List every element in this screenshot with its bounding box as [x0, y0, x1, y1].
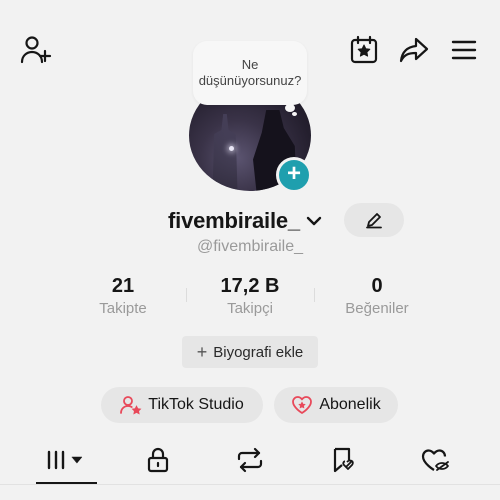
menu-icon [450, 39, 478, 61]
chevron-down-icon [306, 215, 322, 227]
stat-followers-label: Takipçi [227, 300, 273, 317]
subscription-button[interactable]: Abonelik [274, 387, 398, 423]
share-button[interactable] [394, 30, 434, 70]
lock-icon [146, 447, 170, 473]
stat-divider [314, 288, 315, 302]
tab-favorites[interactable] [313, 440, 373, 480]
stat-likes-count: 0 [371, 275, 383, 297]
tab-liked[interactable] [405, 440, 465, 480]
note-bubble[interactable]: Ne düşünüyorsunuz? [193, 41, 307, 105]
stat-likes[interactable]: 0 Beğeniler [322, 274, 432, 319]
edit-profile-button[interactable] [344, 203, 404, 237]
user-handle: @fivembiraile_ [196, 238, 304, 255]
videos-grid-icon [45, 449, 87, 471]
share-icon [398, 36, 430, 64]
stat-followers-count: 17,2 B [220, 275, 280, 297]
calendar-star-icon [349, 35, 379, 65]
add-friend-button[interactable] [16, 30, 56, 70]
tiktok-studio-button[interactable]: TikTok Studio [101, 387, 263, 423]
stat-likes-label: Beğeniler [345, 300, 409, 317]
calendar-button[interactable] [344, 30, 384, 70]
heart-star-icon [291, 395, 313, 415]
account-switcher[interactable]: fivembiraile_ [160, 207, 330, 235]
add-friend-icon [20, 35, 52, 65]
stat-followers[interactable]: 17,2 B Takipçi [195, 274, 305, 319]
add-bio-label: Biyografi ekle [213, 343, 304, 361]
username: fivembiraile_ [168, 208, 300, 233]
note-bubble-text: Ne düşünüyorsunuz? [198, 57, 302, 88]
repost-icon [235, 447, 265, 473]
favorites-icon [329, 446, 357, 474]
stat-following-count: 21 [111, 275, 135, 297]
note-bubble-tail-small [292, 112, 297, 116]
tab-videos[interactable] [36, 440, 96, 480]
liked-hidden-icon [420, 447, 450, 473]
tab-reposts[interactable] [220, 440, 280, 480]
tab-private[interactable] [128, 440, 188, 480]
add-bio-button[interactable]: + Biyografi ekle [182, 336, 318, 368]
avatar-tower-silhouette [212, 114, 238, 191]
avatar-light [229, 146, 234, 151]
pencil-icon [365, 211, 383, 229]
subscription-label: Abonelik [319, 396, 381, 413]
menu-button[interactable] [444, 30, 484, 70]
stat-divider [186, 288, 187, 302]
tabs-divider [0, 484, 500, 485]
plus-icon: + [196, 342, 208, 362]
note-bubble-tail [285, 104, 295, 112]
tiktok-studio-label: TikTok Studio [148, 396, 244, 413]
user-star-icon [120, 395, 142, 415]
stat-following-label: Takipte [99, 300, 147, 317]
add-story-button[interactable]: + [276, 157, 312, 193]
stat-following[interactable]: 21 Takipte [68, 274, 178, 319]
